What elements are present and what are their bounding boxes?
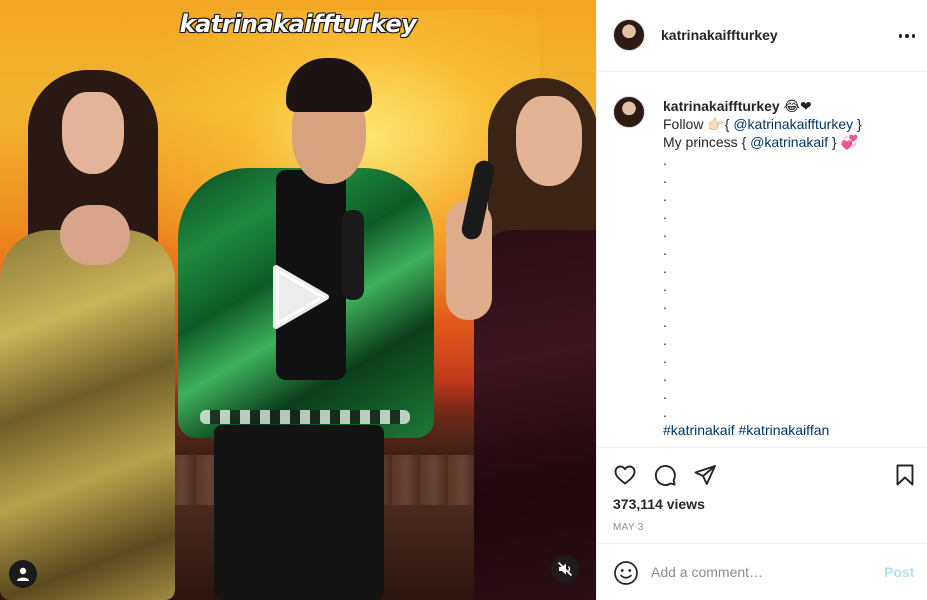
bookmark-icon[interactable] xyxy=(891,461,919,489)
person-center-trousers xyxy=(214,425,384,600)
caption-dot: . xyxy=(663,260,667,276)
muted-speaker-icon[interactable] xyxy=(551,555,579,583)
caption-username-emoji: 😂❤ xyxy=(783,98,812,114)
caption-mention-link[interactable]: @katrinakaiffturkey xyxy=(733,116,853,132)
caption-mention-link[interactable]: @katrinakaif xyxy=(750,134,828,150)
caption-dot: . xyxy=(663,332,667,348)
caption-hashtags[interactable]: #katrinakaif #katrinakaiffan xyxy=(663,421,913,439)
caption-dot: . xyxy=(663,188,667,204)
video-player[interactable]: katrinakaiffturkey xyxy=(0,0,596,600)
post-date[interactable]: MAY 3 xyxy=(613,522,644,533)
paper-plane-icon[interactable] xyxy=(691,461,719,489)
person-left-dress xyxy=(0,230,175,600)
caption-line1-prefix: Follow 👉🏻{ xyxy=(663,116,734,132)
person-left-face xyxy=(62,92,124,174)
post-author-username[interactable]: katrinakaiffturkey xyxy=(661,27,778,43)
caption-text: katrinakaiffturkey 😂❤ Follow 👉🏻{ @katrin… xyxy=(663,97,913,439)
person-center-jacket-stripe xyxy=(200,410,410,424)
heart-icon[interactable] xyxy=(611,461,639,489)
caption-dot: . xyxy=(663,152,667,168)
more-options-icon[interactable] xyxy=(895,24,919,48)
caption-dot: . xyxy=(663,368,667,384)
video-watermark: katrinakaiffturkey xyxy=(179,10,417,38)
caption-dot: . xyxy=(663,278,667,294)
comment-icon[interactable] xyxy=(651,461,679,489)
avatar[interactable] xyxy=(613,96,645,128)
caption-dot: . xyxy=(663,296,667,312)
caption-dot: . xyxy=(663,242,667,258)
caption-scroll-area[interactable]: katrinakaiffturkey 😂❤ Follow 👉🏻{ @katrin… xyxy=(597,73,927,446)
caption-username[interactable]: katrinakaiffturkey xyxy=(663,98,780,114)
play-icon[interactable] xyxy=(266,264,332,330)
caption-line1-suffix: } xyxy=(853,116,862,132)
person-right-face xyxy=(516,96,582,186)
comment-input[interactable] xyxy=(651,558,871,586)
emoji-icon[interactable] xyxy=(613,560,639,586)
caption-dot: . xyxy=(663,314,667,330)
caption-dot: . xyxy=(663,206,667,222)
caption-dot: . xyxy=(663,404,667,420)
post-details-panel: katrinakaiffturkey katrinakaiffturkey 😂❤… xyxy=(596,0,927,600)
caption-dot: . xyxy=(663,224,667,240)
post-comment-button[interactable]: Post xyxy=(884,564,914,580)
caption-dot: . xyxy=(663,386,667,402)
post-actions: 373,114 views MAY 3 xyxy=(597,447,927,543)
user-icon[interactable] xyxy=(9,560,37,588)
person-right-dress xyxy=(474,230,596,600)
person-center-microphone xyxy=(342,210,364,300)
person-left-neck xyxy=(60,205,130,265)
view-count[interactable]: 373,114 views xyxy=(613,496,705,512)
caption-dot: . xyxy=(663,170,667,186)
caption-line2-prefix: My princess { xyxy=(663,134,751,150)
post-header: katrinakaiffturkey xyxy=(597,0,927,72)
caption-dot: . xyxy=(663,350,667,366)
caption-dots: . . . . . . . . . . . . . . . xyxy=(663,151,913,421)
avatar[interactable] xyxy=(613,19,645,51)
comment-composer: Post xyxy=(597,543,927,600)
caption-line2-suffix: } 💞 xyxy=(828,134,859,150)
